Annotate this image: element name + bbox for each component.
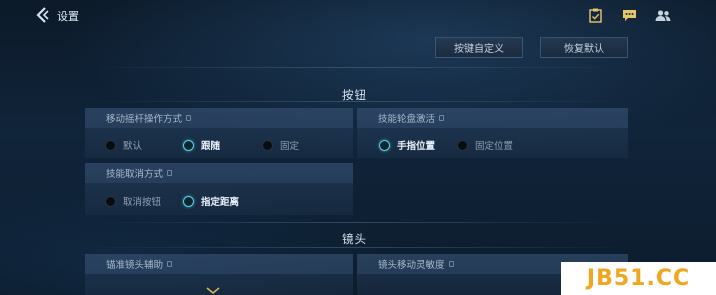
- clipboard-check-icon[interactable]: [587, 7, 603, 23]
- info-icon[interactable]: [186, 115, 192, 121]
- skill-wheel-header: 技能轮盘激活: [357, 108, 628, 128]
- info-icon[interactable]: [167, 261, 173, 267]
- radio-icon[interactable]: [457, 139, 468, 151]
- skill-wheel-option-fixed[interactable]: 固定位置: [457, 138, 513, 152]
- camera-sensitivity-label: 镜头移动灵敏度: [378, 260, 445, 271]
- info-icon[interactable]: [448, 261, 454, 267]
- divider: [85, 247, 625, 248]
- friends-icon[interactable]: [655, 7, 671, 23]
- joystick-option-default-label: 默认: [123, 141, 143, 152]
- radio-icon[interactable]: [105, 195, 116, 207]
- joystick-option-follow-label: 跟随: [201, 141, 221, 152]
- skill-wheel-option-finger[interactable]: 手指位置: [379, 138, 435, 152]
- aim-assist-header: 锚准镜头辅助: [85, 254, 353, 274]
- joystick-option-fixed[interactable]: 固定: [262, 138, 299, 152]
- radio-icon[interactable]: [105, 139, 116, 151]
- skill-cancel-option-distance-label: 指定距离: [201, 197, 240, 208]
- divider: [85, 67, 625, 68]
- skill-cancel-option-distance[interactable]: 指定距离: [183, 194, 239, 208]
- skill-cancel-label: 技能取消方式: [106, 169, 164, 180]
- joystick-option-default[interactable]: 默认: [105, 138, 142, 152]
- joystick-option-follow[interactable]: 跟随: [183, 138, 220, 152]
- section-title-camera: 镜头: [342, 232, 367, 246]
- skill-wheel-option-fixed-label: 固定位置: [475, 141, 514, 152]
- customize-keys-button[interactable]: 按键自定义: [435, 37, 523, 58]
- radio-icon[interactable]: [183, 139, 194, 151]
- scroll-down-indicator-icon[interactable]: [205, 287, 221, 295]
- restore-default-button[interactable]: 恢复默认: [540, 37, 628, 58]
- skill-wheel-option-finger-label: 手指位置: [397, 141, 436, 152]
- joystick-mode-label: 移动摇杆操作方式: [106, 114, 183, 125]
- radio-icon[interactable]: [379, 139, 390, 151]
- radio-icon[interactable]: [183, 195, 194, 207]
- skill-cancel-header: 技能取消方式: [85, 163, 353, 183]
- joystick-mode-header: 移动摇杆操作方式: [85, 108, 353, 128]
- info-icon[interactable]: [439, 115, 445, 121]
- chat-icon[interactable]: [621, 7, 637, 23]
- skill-wheel-label: 技能轮盘激活: [378, 114, 436, 125]
- radio-icon[interactable]: [262, 139, 273, 151]
- skill-cancel-option-button[interactable]: 取消按钮: [105, 194, 161, 208]
- skill-cancel-option-button-label: 取消按钮: [123, 197, 162, 208]
- back-arrow-icon[interactable]: [34, 7, 50, 23]
- aim-assist-label: 锚准镜头辅助: [106, 260, 164, 271]
- info-icon[interactable]: [167, 170, 173, 176]
- divider: [85, 222, 625, 223]
- divider: [85, 101, 625, 102]
- joystick-option-fixed-label: 固定: [280, 141, 300, 152]
- watermark: JB51.CC: [561, 262, 716, 295]
- page-title: 设置: [57, 10, 79, 23]
